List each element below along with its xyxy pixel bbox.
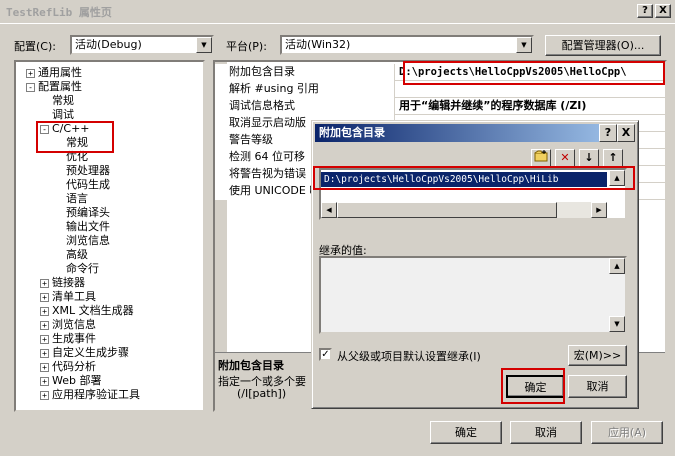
inherit-checkbox-label: 从父级或项目默认设置继承(I) (337, 350, 481, 363)
tree-item[interactable]: Web 部署 (52, 374, 101, 388)
property-row[interactable]: 附加包含目录 D:\projects\HelloCppVs2005\HelloCp… (215, 64, 665, 81)
chevron-down-icon[interactable]: ▼ (516, 37, 532, 53)
tree-item[interactable]: 代码生成 (66, 178, 110, 192)
tree-item[interactable]: 代码分析 (52, 360, 96, 374)
property-row[interactable]: 解析 #using 引用 (215, 81, 665, 98)
apply-button[interactable]: 应用(A) (591, 421, 663, 444)
scroll-up-icon[interactable]: ▲ (609, 258, 625, 274)
scroll-down-icon[interactable]: ▼ (609, 316, 625, 332)
window-title: TestRefLib 属性页 (6, 6, 112, 19)
expand-icon[interactable]: + (40, 293, 49, 302)
include-dirs-dialog: 附加包含目录 ? X ✕ ↓ ↑ D:\projects\HelloCppVs2… (311, 120, 639, 409)
tree-item[interactable]: 预处理器 (66, 164, 110, 178)
scroll-right-icon[interactable]: ▶ (591, 202, 607, 218)
desc-switch: (/I[path]) (237, 387, 287, 400)
dialog-ok-button[interactable]: 确定 (506, 375, 565, 398)
ok-button[interactable]: 确定 (430, 421, 502, 444)
collapse-icon[interactable]: - (40, 125, 49, 134)
tree-item[interactable]: 优化 (66, 150, 88, 164)
collapse-icon[interactable]: - (26, 83, 35, 92)
dialog-cancel-button[interactable]: 取消 (568, 375, 627, 398)
close-button[interactable]: X (655, 4, 671, 18)
tree-item[interactable]: 浏览信息 (52, 318, 96, 332)
property-name: 附加包含目录 (215, 64, 395, 81)
expand-icon[interactable]: + (40, 391, 49, 400)
tree-item[interactable]: 语言 (66, 192, 88, 206)
chevron-down-icon[interactable]: ▼ (196, 37, 212, 53)
tree-item[interactable]: 应用程序验证工具 (52, 388, 140, 402)
expand-icon[interactable]: + (26, 69, 35, 78)
move-up-icon[interactable]: ↑ (603, 149, 623, 167)
tree-item[interactable]: 常规 (52, 94, 74, 108)
move-down-icon[interactable]: ↓ (579, 149, 599, 167)
tree-item[interactable]: 配置属性 (38, 80, 82, 94)
scroll-left-icon[interactable]: ◀ (321, 202, 337, 218)
tree-item[interactable]: 预编译头 (66, 206, 110, 220)
tree-item[interactable]: 命令行 (66, 262, 99, 276)
property-name: 调试信息格式 (215, 98, 395, 115)
expand-icon[interactable]: + (40, 335, 49, 344)
macro-button[interactable]: 宏(M)>> (568, 345, 627, 366)
delete-icon[interactable]: ✕ (555, 149, 575, 167)
config-value: 活动(Debug) (75, 38, 142, 51)
dialog-close-button[interactable]: X (617, 124, 635, 142)
config-label: 配置(C): (14, 40, 56, 53)
platform-value: 活动(Win32) (285, 38, 351, 51)
tree-item[interactable]: 输出文件 (66, 220, 110, 234)
expand-icon[interactable]: + (40, 377, 49, 386)
tree-item[interactable]: 调试 (52, 108, 74, 122)
new-folder-icon[interactable] (531, 149, 551, 167)
expand-icon[interactable]: + (40, 279, 49, 288)
platform-label: 平台(P): (226, 40, 267, 53)
config-manager-button[interactable]: 配置管理器(O)... (545, 35, 661, 56)
scroll-up-icon[interactable]: ▲ (609, 170, 625, 186)
tree-item[interactable]: 高级 (66, 248, 88, 262)
dialog-title: 附加包含目录 (319, 126, 385, 139)
window-titlebar: TestRefLib 属性页 ? X (0, 0, 675, 24)
expand-icon[interactable]: + (40, 307, 49, 316)
tree-item[interactable]: 链接器 (52, 276, 85, 290)
property-row[interactable]: 调试信息格式 用于“编辑并继续”的程序数据库 (/ZI) (215, 98, 665, 115)
expand-icon[interactable]: + (40, 363, 49, 372)
tree-item[interactable]: 通用属性 (38, 66, 82, 80)
scroll-thumb[interactable] (337, 202, 557, 218)
inherit-checkbox[interactable]: ✓ (319, 348, 332, 361)
property-value[interactable]: 用于“编辑并继续”的程序数据库 (/ZI) (399, 98, 586, 115)
dialog-titlebar: 附加包含目录 (315, 124, 635, 142)
include-dirs-list[interactable]: D:\projects\HelloCppVs2005\HelloCpp\HiLi… (319, 168, 627, 220)
tree-item[interactable]: 生成事件 (52, 332, 96, 346)
tree-item[interactable]: XML 文档生成器 (52, 304, 134, 318)
cancel-button[interactable]: 取消 (510, 421, 582, 444)
expand-icon[interactable]: + (40, 321, 49, 330)
horizontal-scrollbar[interactable] (337, 202, 595, 218)
config-dropdown[interactable]: 活动(Debug) ▼ (70, 35, 214, 55)
tree-item[interactable]: 常规 (66, 136, 88, 150)
expand-icon[interactable]: + (40, 349, 49, 358)
desc-title: 附加包含目录 (218, 359, 284, 372)
inherited-values-box: ▲ ▼ (319, 256, 627, 334)
dialog-help-button[interactable]: ? (599, 124, 617, 142)
property-name: 解析 #using 引用 (215, 81, 395, 98)
tree-item[interactable]: 浏览信息 (66, 234, 110, 248)
help-button[interactable]: ? (637, 4, 653, 18)
property-tree[interactable]: + 通用属性 - 配置属性 常规 调试 - C/C++ 常规 优化 预处理器 代码生成 语言 预编译头 输出… (14, 60, 205, 412)
property-value[interactable]: D:\projects\HelloCppVs2005\HelloCpp\ (399, 64, 627, 81)
platform-dropdown[interactable]: 活动(Win32) ▼ (280, 35, 534, 55)
list-item-selected[interactable]: D:\projects\HelloCppVs2005\HelloCpp\HiLi… (321, 172, 607, 187)
tree-item[interactable]: C/C++ (52, 122, 90, 136)
tree-item[interactable]: 清单工具 (52, 290, 96, 304)
tree-item[interactable]: 自定义生成步骤 (52, 346, 129, 360)
